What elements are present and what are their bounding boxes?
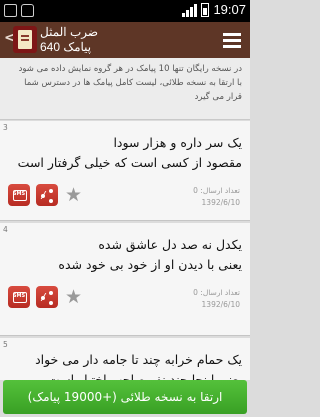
item-number: 4: [3, 225, 8, 234]
item-number: 5: [3, 340, 8, 349]
message-text[interactable]: یک سر داره و هزار سودا مقصود از کسی است …: [8, 133, 242, 173]
list-item[interactable]: 4 یکدل نه صد دل عاشق شده یعنی با دیدن او…: [0, 223, 250, 336]
sent-count: تعداد ارسال: 0: [193, 186, 240, 195]
item-actions: SMS ★: [8, 286, 82, 308]
app-logo-icon[interactable]: [13, 26, 37, 53]
status-bar: 19:07: [0, 0, 250, 22]
share-button[interactable]: [36, 184, 58, 206]
favorite-star-icon[interactable]: ★: [65, 286, 82, 308]
system-icons: 19:07: [182, 2, 246, 17]
app-bar: < ضرب المثل 640 پیامک: [0, 22, 250, 58]
list-item[interactable]: 5 یک حمام خرابه چند تا جامه دار می خواد …: [0, 338, 250, 380]
item-date: 1392/6/10: [201, 300, 240, 309]
item-number: 3: [3, 123, 8, 132]
message-line: یک حمام خرابه چند تا جامه دار می خواد: [35, 352, 242, 367]
message-list[interactable]: در نسخه رایگان تنها 10 پیامک در هر گروه …: [0, 58, 250, 380]
app-subtitle: 640 پیامک: [40, 40, 92, 54]
photo-notification-icon: [4, 4, 17, 17]
free-version-notice: در نسخه رایگان تنها 10 پیامک در هر گروه …: [0, 58, 250, 120]
battery-icon: [201, 2, 210, 17]
notice-text: در نسخه رایگان تنها 10 پیامک در هر گروه …: [18, 64, 242, 102]
signal-icon: [182, 3, 198, 17]
message-text[interactable]: یک حمام خرابه چند تا جامه دار می خواد یع…: [8, 350, 242, 380]
item-actions: SMS ★: [8, 184, 82, 206]
upgrade-button[interactable]: ارتقا به نسخه طلائی (+19000 پیامک): [3, 380, 247, 414]
send-sms-button[interactable]: SMS: [8, 184, 30, 206]
share-button[interactable]: [36, 286, 58, 308]
list-item[interactable]: 3 یک سر داره و هزار سودا مقصود از کسی اس…: [0, 121, 250, 221]
send-sms-button[interactable]: SMS: [8, 286, 30, 308]
item-meta: تعداد ارسال: 0 1392/6/10: [193, 287, 240, 311]
title-box: ضرب المثل 640 پیامک: [40, 25, 98, 54]
sms-label: SMS: [12, 191, 26, 197]
clock: 19:07: [213, 2, 246, 17]
message-line: مقصود از کسی است که خیلی گرفتار است: [17, 155, 242, 170]
message-line: یعنی اینجا چند نفر صاحب اختیار است: [47, 372, 242, 380]
sms-label: SMS: [12, 293, 26, 299]
sent-count: تعداد ارسال: 0: [193, 288, 240, 297]
item-date: 1392/6/10: [201, 198, 240, 207]
message-line: یعنی با دیدن او از خود بی خود شده: [58, 257, 242, 272]
message-line: یکدل نه صد دل عاشق شده: [98, 237, 242, 252]
message-text[interactable]: یکدل نه صد دل عاشق شده یعنی با دیدن او ا…: [8, 235, 242, 275]
item-meta: تعداد ارسال: 0 1392/6/10: [193, 185, 240, 209]
notification-icons: [4, 4, 34, 17]
app-title: ضرب المثل: [40, 25, 99, 39]
hamburger-menu-icon[interactable]: [223, 33, 241, 48]
shopping-bag-icon: [21, 4, 34, 17]
message-line: یک سر داره و هزار سودا: [113, 135, 242, 150]
favorite-star-icon[interactable]: ★: [65, 184, 82, 206]
